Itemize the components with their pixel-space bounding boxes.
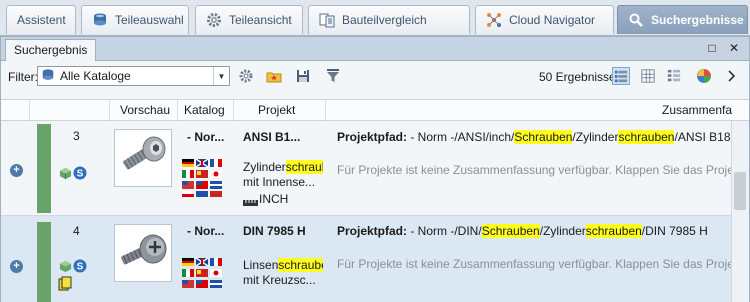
tab-label: Assistent (17, 13, 66, 27)
path-text: /DIN 7985 H (641, 224, 708, 238)
path-text: - Norm -/ANSI/inch/ (407, 130, 515, 144)
panel-title-tab[interactable]: Suchergebnis (5, 39, 97, 61)
tab-bauteilvergleich[interactable]: Bauteilvergleich (308, 5, 470, 34)
path-label: Projektpfad: (337, 130, 408, 144)
row-number: 3 (73, 129, 80, 143)
tab-suchergebnisse[interactable]: Suchergebnisse (617, 5, 748, 34)
settings-gear-icon[interactable] (237, 67, 255, 85)
summary-text: Für Projekte ist keine Zusammenfassung v… (337, 257, 731, 271)
path-text: - Norm -/DIN/ (407, 224, 482, 238)
toolbar: Filter: Alle Kataloge ▼ 50 Ergebnisse (1, 61, 749, 92)
search-icon (628, 12, 644, 28)
tab-label: Teileauswahl (115, 13, 184, 27)
tab-teileauswahl[interactable]: Teileauswahl (81, 5, 189, 34)
project-description: Zylinderschraub (243, 160, 323, 174)
chevron-down-icon[interactable]: ▼ (213, 67, 229, 85)
filter-label: Filter: (8, 70, 38, 84)
save-export-icon[interactable] (294, 67, 312, 85)
desc-text: Zylinder (243, 160, 286, 174)
path-highlight: Schrauben (514, 130, 573, 144)
path-highlight: schrauben (618, 130, 675, 144)
project-description-line2: mit Innense... (243, 175, 316, 189)
project-cell: ANSI B1... (243, 130, 301, 144)
tab-label: Bauteilvergleich (342, 13, 427, 27)
favorite-folder-icon[interactable] (265, 67, 283, 85)
maximize-icon[interactable]: □ (705, 42, 719, 56)
vertical-scrollbar[interactable] (731, 121, 749, 302)
status-bar (37, 124, 51, 213)
scrollbar-thumb[interactable] (734, 172, 746, 210)
compare-icon (319, 12, 335, 28)
catalog-filter-select[interactable]: Alle Kataloge ▼ (37, 66, 230, 86)
status-bar (37, 222, 51, 302)
main-tabbar: Assistent Teileauswahl Teileansicht Baut… (0, 0, 750, 36)
header-status-col (29, 100, 109, 121)
expand-row-icon[interactable]: + (10, 260, 23, 273)
color-chart-icon[interactable] (695, 67, 713, 85)
summary-text: Für Projekte ist keine Zusammenfassung v… (337, 163, 731, 177)
project-path: Projektpfad: - Norm -/ANSI/inch/Schraube… (337, 130, 731, 144)
status-s-icon: S (73, 259, 87, 276)
part-3d-icon (59, 167, 72, 183)
path-text: /ANSI B18.3 (674, 130, 731, 144)
path-text: /Zylinder (539, 224, 586, 238)
catalog-icon (92, 12, 108, 28)
path-highlight: schrauben (585, 224, 642, 238)
header-katalog[interactable]: Katalog (177, 100, 233, 121)
filter-value: Alle Kataloge (60, 69, 131, 83)
project-description-line2: mit Kreuzsc... (243, 273, 316, 287)
desc-highlight: schraub (285, 160, 323, 174)
gear-icon (206, 12, 222, 28)
close-icon[interactable]: ✕ (727, 42, 741, 56)
row-number: 4 (73, 224, 80, 238)
status-s-icon: S (73, 166, 87, 183)
header-projekt[interactable]: Projekt (233, 100, 325, 121)
list-view-icon[interactable] (612, 67, 630, 85)
path-text: /Zylinder (572, 130, 619, 144)
desc-highlight: schraube (278, 258, 323, 272)
catalog-icon (41, 68, 55, 85)
project-path: Projektpfad: - Norm -/DIN/Schrauben/Zyli… (337, 224, 731, 238)
tab-teileansicht[interactable]: Teileansicht (195, 5, 303, 34)
cloud-nodes-icon (486, 12, 502, 28)
tab-cloud-navigator[interactable]: Cloud Navigator (475, 5, 614, 34)
desc-text: Linsen (243, 258, 279, 272)
unit-label: INCH (259, 192, 289, 206)
language-flags-icon (182, 257, 227, 298)
svg-text:S: S (77, 262, 84, 273)
tab-label: Cloud Navigator (509, 13, 596, 27)
documents-icon (58, 276, 73, 294)
table-header: Vorschau Katalog Projekt Zusammenfa (1, 99, 749, 121)
chevron-right-icon[interactable] (723, 67, 741, 85)
svg-text:S: S (77, 169, 84, 180)
part-3d-icon (59, 260, 72, 276)
tab-label: Suchergebnisse (651, 13, 744, 27)
project-description: Linsenschraube (243, 258, 323, 272)
language-flags-icon (182, 158, 227, 199)
panel-header: Suchergebnis □ ✕ (1, 37, 749, 61)
grid-view-icon[interactable] (639, 67, 657, 85)
table-row[interactable]: + 4 S - Nor... DIN 7985 H Linsenschraube… (1, 216, 731, 302)
detail-view-icon[interactable] (665, 67, 683, 85)
search-result-panel: Suchergebnis □ ✕ Filter: Alle Kataloge ▼… (0, 36, 750, 302)
ruler-icon (243, 196, 258, 206)
tab-label: Teileansicht (229, 13, 292, 27)
catalog-cell: - Nor... (187, 224, 225, 238)
part-preview-image[interactable] (114, 224, 172, 282)
catalog-cell: - Nor... (187, 130, 225, 144)
result-count: 50 Ergebnisse (539, 70, 616, 84)
filter-funnel-icon[interactable] (324, 67, 342, 85)
header-vorschau[interactable]: Vorschau (109, 100, 177, 121)
header-zusammenfassung[interactable]: Zusammenfa (325, 100, 749, 121)
tab-assistent[interactable]: Assistent (6, 5, 76, 34)
path-label: Projektpfad: (337, 224, 408, 238)
path-highlight: Schrauben (481, 224, 540, 238)
part-preview-image[interactable] (114, 129, 172, 187)
header-expand-col (1, 100, 29, 121)
table-row[interactable]: + 3 S - Nor... ANSI B1... Zylinderschrau… (1, 122, 731, 215)
project-cell: DIN 7985 H (243, 224, 306, 238)
expand-row-icon[interactable]: + (10, 164, 23, 177)
